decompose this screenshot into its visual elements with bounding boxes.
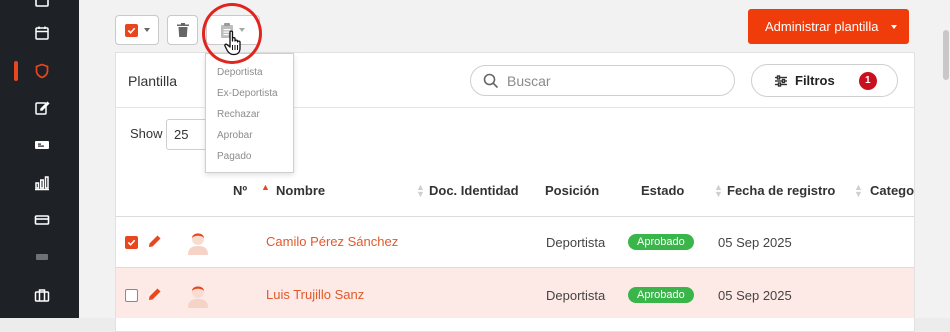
sort-icon[interactable]: ▲ ▼ xyxy=(854,183,863,199)
player-name-link[interactable]: Luis Trujillo Sanz xyxy=(266,287,364,302)
status-badge: Aprobado xyxy=(628,287,694,303)
manage-roster-label: Administrar plantilla xyxy=(765,19,879,34)
edit-icon[interactable] xyxy=(33,99,51,117)
filters-count-badge: 1 xyxy=(858,71,877,90)
tag-icon[interactable] xyxy=(33,248,51,266)
sort-icon[interactable]: ▲ ▼ xyxy=(714,183,723,199)
shield-icon[interactable] xyxy=(33,62,51,80)
filters-label: Filtros xyxy=(795,73,835,88)
sidebar xyxy=(0,0,79,318)
briefcase-icon[interactable] xyxy=(33,286,51,304)
pencil-icon[interactable] xyxy=(148,287,162,301)
registration-date-cell: 05 Sep 2025 xyxy=(718,288,792,303)
col-header-category[interactable]: Catego xyxy=(870,183,914,198)
sort-icon[interactable]: ▲ xyxy=(261,183,270,192)
chevron-down-icon xyxy=(891,24,898,29)
col-header-name[interactable]: Nombre xyxy=(276,183,325,198)
row-checkbox[interactable] xyxy=(125,236,138,249)
select-all-button[interactable] xyxy=(115,15,159,45)
col-header-registration-date[interactable]: Fecha de registro xyxy=(727,183,835,198)
col-header-number[interactable]: Nº xyxy=(233,183,247,198)
sort-icon[interactable]: ▲ ▼ xyxy=(416,183,425,199)
avatar xyxy=(188,286,208,308)
hand-cursor-icon xyxy=(224,30,241,56)
card-icon[interactable] xyxy=(33,211,51,229)
search-box[interactable] xyxy=(470,65,735,96)
menu-item-approve[interactable]: Aprobar xyxy=(206,127,293,148)
card-title: Plantilla xyxy=(128,73,178,89)
col-header-status[interactable]: Estado xyxy=(641,183,684,198)
menu-item-former-athlete[interactable]: Ex-Deportista xyxy=(206,85,293,106)
calendar-icon[interactable] xyxy=(33,24,51,42)
checkbox-checked-icon xyxy=(124,23,138,37)
bar-chart-icon[interactable] xyxy=(33,174,51,192)
registration-date-cell: 05 Sep 2025 xyxy=(718,235,792,250)
table-row[interactable]: Camilo Pérez Sánchez Deportista Aprobado… xyxy=(116,216,914,267)
menu-item-athlete[interactable]: Deportista xyxy=(206,64,293,85)
status-badge: Aprobado xyxy=(628,234,694,250)
scrollbar-thumb[interactable] xyxy=(943,30,949,80)
position-cell: Deportista xyxy=(546,235,606,250)
sliders-icon xyxy=(775,74,787,87)
active-indicator xyxy=(14,61,18,81)
search-icon xyxy=(483,73,499,88)
filters-button[interactable]: Filtros 1 xyxy=(751,64,898,97)
menu-item-paid[interactable]: Pagado xyxy=(206,148,293,169)
row-checkbox[interactable] xyxy=(125,289,138,302)
menu-item-reject[interactable]: Rechazar xyxy=(206,106,293,127)
chevron-down-icon xyxy=(143,28,150,32)
status-actions-menu: Deportista Ex-Deportista Rechazar Aproba… xyxy=(205,53,294,173)
pencil-icon[interactable] xyxy=(148,234,162,248)
col-header-position[interactable]: Posición xyxy=(545,183,599,198)
delete-button[interactable] xyxy=(167,15,198,45)
avatar xyxy=(188,233,208,255)
player-name-link[interactable]: Camilo Pérez Sánchez xyxy=(266,234,398,249)
manage-roster-button[interactable]: Administrar plantilla xyxy=(748,9,909,44)
table-row[interactable]: Luis Trujillo Sanz Deportista Aprobado 0… xyxy=(116,267,914,318)
trash-icon xyxy=(176,23,189,37)
position-cell: Deportista xyxy=(546,288,606,303)
show-label: Show xyxy=(130,126,163,141)
scrollbar[interactable] xyxy=(942,0,950,318)
ticket-icon[interactable] xyxy=(33,136,51,154)
search-input[interactable] xyxy=(507,72,707,89)
col-header-id-doc[interactable]: Doc. Identidad xyxy=(429,183,519,198)
toggle-icon[interactable] xyxy=(33,0,51,12)
